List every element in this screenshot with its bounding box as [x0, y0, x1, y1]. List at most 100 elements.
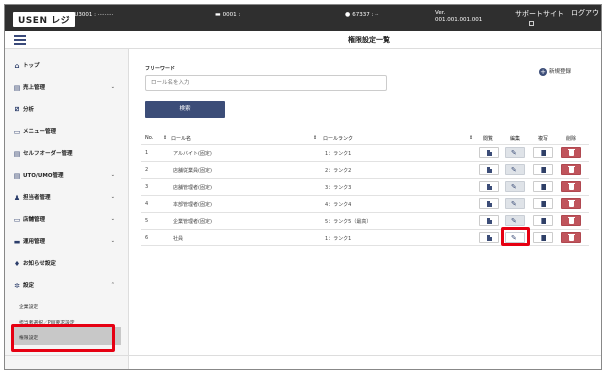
pencil-icon: ✎: [511, 200, 517, 208]
row-role-rank: 1：ランク1: [325, 236, 352, 242]
row-no: 4: [145, 201, 149, 207]
page-title: 権限設定一覧: [348, 36, 390, 44]
sort-icon[interactable]: ⇕: [469, 135, 473, 141]
version-info: Ver. 001.001.001.001: [435, 10, 483, 23]
sidebar-item-operation[interactable]: ▬ 運用管理 ⌄: [13, 237, 123, 249]
menu-book-icon: ▭: [13, 127, 21, 136]
store-icon: ▤: [13, 171, 21, 180]
document-icon: [487, 167, 492, 173]
sidebar-item-shop[interactable]: ▭ 店舗管理 ⌄: [13, 215, 123, 227]
sidebar-item-uto-umo[interactable]: ▤ UTO/UMO管理 ⌄: [13, 171, 123, 183]
copy-button[interactable]: [533, 147, 553, 158]
document-icon: [487, 235, 492, 241]
copy-button[interactable]: [533, 198, 553, 209]
sidebar-item-top[interactable]: ⌂ トップ: [13, 61, 123, 73]
delete-button[interactable]: [561, 215, 581, 226]
external-link-icon: [529, 21, 534, 26]
row-no: 5: [145, 218, 149, 224]
sidebar-subitem-company[interactable]: 企業設定: [19, 303, 38, 310]
edit-button[interactable]: ✎: [505, 215, 525, 226]
view-button[interactable]: [479, 181, 499, 192]
gear-icon: ✲: [14, 281, 20, 290]
sort-icon[interactable]: ⇕: [313, 135, 317, 141]
view-button[interactable]: [479, 215, 499, 226]
table-row: 4 本部管理者(固定) 4：ランク4 ✎: [141, 195, 589, 212]
delete-button[interactable]: [561, 164, 581, 175]
sidebar-item-analysis[interactable]: ⧄ 分析: [13, 105, 123, 117]
copy-button[interactable]: [533, 215, 553, 226]
chevron-down-icon: ⌄: [110, 172, 115, 178]
staff-icon: ♟: [13, 193, 21, 202]
delete-button[interactable]: [561, 232, 581, 243]
edit-button[interactable]: ✎: [505, 164, 525, 175]
pencil-icon: ✎: [511, 166, 517, 174]
copy-icon: [541, 201, 546, 207]
view-button[interactable]: [479, 232, 499, 243]
row-role-name: 社員: [173, 236, 184, 242]
row-role-rank: 2：ランク2: [325, 168, 352, 174]
trash-icon: [568, 183, 575, 190]
sub-header: 権限設定一覧: [5, 31, 601, 49]
table-row: 1 アルバイト(固定) 1：ランク1 ✎: [141, 144, 589, 161]
row-no: 6: [145, 235, 149, 241]
sidebar-item-self-order[interactable]: ▤ セルフオーダー管理: [13, 149, 123, 161]
sidebar-item-menu[interactable]: ▭ メニュー管理: [13, 127, 123, 139]
document-icon: [487, 184, 492, 190]
pencil-icon: ✎: [511, 217, 517, 225]
col-header-role-name[interactable]: ロール名: [171, 135, 191, 142]
terminal-id: ▬ 0001 :: [215, 11, 241, 18]
logout-button[interactable]: ログアウト: [571, 9, 601, 18]
copy-button[interactable]: [533, 232, 553, 243]
sidebar-item-staff[interactable]: ♟ 担当者管理 ⌄: [13, 193, 123, 205]
view-button[interactable]: [479, 198, 499, 209]
col-header-role-rank[interactable]: ロールランク: [323, 135, 353, 142]
plus-icon: +: [539, 67, 547, 76]
receipt-icon: ▤: [13, 83, 21, 92]
table-row: 2 店舗従業員(固定) 2：ランク2 ✎: [141, 161, 589, 178]
new-registration-button[interactable]: + 新規登録: [539, 67, 571, 76]
document-icon: [487, 218, 492, 224]
copy-icon: [541, 218, 546, 224]
support-site-link[interactable]: サポートサイト: [515, 9, 564, 19]
chevron-down-icon: ⌄: [110, 84, 115, 90]
sidebar: ⌂ トップ ▤ 売上管理 ⌄ ⧄ 分析 ▭ メニュー管理 ▤ セルフオーダー管理 ▤ UTO/…: [5, 49, 129, 369]
chevron-down-icon: ⌄: [110, 238, 115, 244]
trash-icon: [568, 200, 575, 207]
chevron-up-icon: ⌃: [110, 282, 115, 288]
document-icon: [487, 201, 492, 207]
row-role-name: 店舗従業員(固定): [173, 168, 212, 174]
delete-button[interactable]: [561, 181, 581, 192]
edit-button[interactable]: ✎: [505, 198, 525, 209]
col-header-no: No.: [145, 135, 154, 141]
row-role-rank: 5：ランク5（最高）: [325, 219, 372, 225]
divider: [5, 355, 601, 356]
store-id: ▮ U3001 : ·········: [69, 11, 114, 18]
role-name-search-input[interactable]: [145, 75, 387, 91]
table-row: 3 店舗管理者(固定) 3：ランク3 ✎: [141, 178, 589, 195]
chart-icon: ⧄: [14, 105, 20, 113]
search-button[interactable]: 検索: [145, 101, 225, 118]
edit-button[interactable]: ✎: [505, 181, 525, 192]
sidebar-item-notice[interactable]: ♦ お知らせ設定: [13, 259, 123, 271]
building-icon: ▮: [69, 11, 73, 18]
copy-button[interactable]: [533, 164, 553, 175]
tablet-icon: ▤: [13, 149, 21, 158]
sidebar-item-sales[interactable]: ▤ 売上管理 ⌄: [13, 83, 123, 95]
copy-icon: [541, 150, 546, 156]
highlight-box: [501, 227, 530, 246]
view-button[interactable]: [479, 164, 499, 175]
trash-icon: [568, 149, 575, 156]
freeword-label: フリーワード: [145, 66, 176, 72]
top-bar: USEN レジ ▮ U3001 : ········· ▬ 0001 : ● 6733…: [5, 5, 601, 31]
pencil-icon: ✎: [511, 149, 517, 157]
copy-icon: [541, 184, 546, 190]
copy-icon: [541, 167, 546, 173]
copy-button[interactable]: [533, 181, 553, 192]
chevron-down-icon: ⌄: [110, 216, 115, 222]
delete-button[interactable]: [561, 147, 581, 158]
edit-button[interactable]: ✎: [505, 147, 525, 158]
delete-button[interactable]: [561, 198, 581, 209]
sort-icon[interactable]: ⇕: [163, 135, 167, 141]
sidebar-item-settings[interactable]: ✲ 設定 ⌃: [13, 281, 123, 293]
view-button[interactable]: [479, 147, 499, 158]
